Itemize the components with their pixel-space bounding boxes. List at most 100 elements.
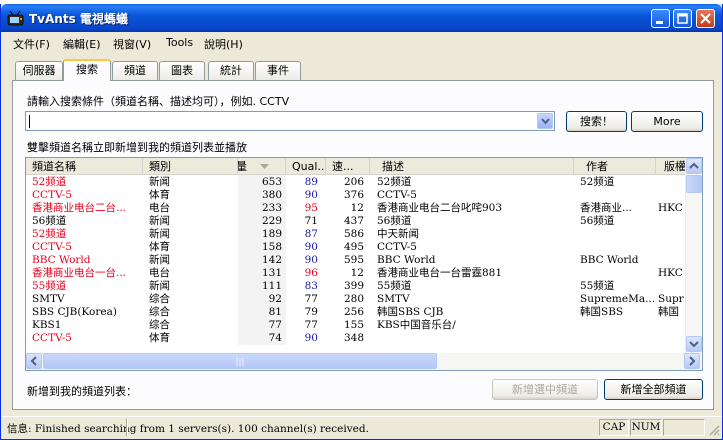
minimize-button[interactable] bbox=[651, 9, 670, 28]
column-header-description[interactable]: 描述 bbox=[370, 158, 574, 175]
search-input[interactable] bbox=[25, 111, 555, 131]
menu-view[interactable]: 視窗(V) bbox=[113, 36, 151, 52]
cell-count: 189 bbox=[261, 228, 282, 240]
cell-quality: 77 bbox=[304, 293, 318, 305]
scroll-right-button[interactable] bbox=[684, 353, 700, 369]
cell-rights: Supr bbox=[658, 293, 684, 305]
cell-speed: 399 bbox=[343, 280, 364, 292]
column-header-quality[interactable]: Qual... bbox=[286, 158, 326, 175]
channel-search-results[interactable]: 頻道名稱 類別 量 Qual... 速... 描述 作者 版權 52频道新闻65… bbox=[25, 157, 703, 371]
table-row[interactable]: BBC World 新闻 142 90 595 BBC World BBC World bbox=[26, 254, 686, 267]
table-row[interactable]: 55频道 新闻 111 83 399 55频道 55频道 bbox=[26, 280, 686, 293]
tab-search[interactable]: 搜索 bbox=[63, 59, 111, 81]
window-title: TvAnts 電視螞蟻 bbox=[29, 12, 128, 26]
cell-name: 52频道 bbox=[32, 228, 67, 240]
cell-rights: HKC bbox=[658, 267, 683, 279]
table-row[interactable]: 香港商业电台一台... 电台 131 96 12 香港商业电台一台雷霆881 HKC bbox=[26, 267, 686, 280]
minimize-icon bbox=[656, 21, 663, 24]
list-header: 頻道名稱 類別 量 Qual... 速... 描述 作者 版權 bbox=[26, 158, 686, 175]
table-row[interactable]: 52频道 新闻 653 89 206 52频道 52频道 bbox=[26, 176, 686, 189]
table-row[interactable]: 56频道 新闻 229 71 437 56频道 56频道 bbox=[26, 215, 686, 228]
horizontal-scrollbar[interactable] bbox=[26, 353, 702, 370]
vertical-scrollbar[interactable] bbox=[685, 158, 702, 354]
column-header-channel-name[interactable]: 頻道名稱 bbox=[26, 158, 143, 175]
cell-count: 131 bbox=[261, 267, 282, 279]
cell-category: 电台 bbox=[149, 267, 170, 279]
menu-edit[interactable]: 編輯(E) bbox=[63, 36, 101, 52]
cell-quality: 90 bbox=[304, 241, 318, 253]
cell-desc: SMTV bbox=[377, 293, 410, 305]
table-row[interactable]: 52频道 新闻 189 87 586 中天新闻 bbox=[26, 228, 686, 241]
status-message: 信息: Finished searching from 1 servers(s)… bbox=[7, 423, 369, 435]
scroll-up-button[interactable] bbox=[686, 158, 702, 174]
cell-speed: 437 bbox=[343, 215, 364, 227]
close-button[interactable] bbox=[696, 9, 715, 28]
column-label: 類別 bbox=[149, 160, 171, 173]
cell-author: SupremeMa... bbox=[580, 293, 654, 305]
num-lock-indicator: NUM bbox=[630, 419, 662, 436]
add-all-button[interactable]: 新增全部頻道 bbox=[604, 379, 703, 400]
menu-file[interactable]: 文件(F) bbox=[13, 36, 50, 52]
cell-category: 新闻 bbox=[149, 228, 170, 240]
vertical-scroll-thumb[interactable] bbox=[686, 175, 702, 193]
cell-author: BBC World bbox=[580, 254, 639, 266]
cell-author: 香港商业... bbox=[580, 202, 633, 214]
menu-help[interactable]: 說明(H) bbox=[204, 36, 243, 52]
cell-desc: 52频道 bbox=[377, 176, 412, 188]
table-row[interactable]: 香港商业电台二台... 电台 233 95 12 香港商业电台二台叱咤903 香港商业...… bbox=[26, 202, 686, 215]
list-rows: 52频道 新闻 653 89 206 52频道 52频道 CCTV-5 体育 380 90 376 CC… bbox=[26, 176, 686, 345]
sort-desc-icon bbox=[260, 164, 269, 169]
cell-speed: 376 bbox=[343, 189, 364, 201]
add-selected-button[interactable]: 新增選中頻道 bbox=[492, 379, 598, 400]
table-row[interactable]: CCTV-5 体育 380 90 376 CCTV-5 bbox=[26, 189, 686, 202]
tab-servers[interactable]: 伺服器 bbox=[15, 61, 63, 80]
scroll-left-button[interactable] bbox=[26, 353, 42, 369]
cell-category: 综合 bbox=[149, 293, 170, 305]
tab-statistics[interactable]: 統計 bbox=[208, 61, 254, 80]
column-header-author[interactable]: 作者 bbox=[574, 158, 656, 175]
add-to-list-label: 新增到我的頻道列表： bbox=[27, 385, 137, 398]
table-row[interactable]: SBS CJB(Korea) 综合 81 79 256 韩国SBS CJB 韩国SBS 韩国 bbox=[26, 306, 686, 319]
tab-channels[interactable]: 頻道 bbox=[112, 61, 158, 80]
cell-category: 新闻 bbox=[149, 254, 170, 266]
cell-speed: 12 bbox=[350, 202, 364, 214]
cell-category: 电台 bbox=[149, 202, 170, 214]
menu-tools[interactable]: Tools bbox=[166, 36, 193, 49]
resize-grip-icon[interactable] bbox=[708, 424, 720, 436]
cell-speed: 348 bbox=[343, 332, 364, 344]
tab-events[interactable]: 事件 bbox=[255, 61, 301, 80]
cell-desc: BBC World bbox=[377, 254, 436, 266]
column-header-rights[interactable]: 版權 bbox=[656, 158, 686, 175]
cell-name: CCTV-5 bbox=[32, 241, 72, 253]
maximize-button[interactable] bbox=[673, 9, 692, 28]
table-row[interactable]: CCTV-5 体育 74 90 348 bbox=[26, 332, 686, 345]
more-button[interactable]: More bbox=[631, 111, 703, 132]
table-row[interactable]: KBS1 综合 77 77 155 KBS中国音乐台/ bbox=[26, 319, 686, 332]
column-header-category[interactable]: 類別 bbox=[143, 158, 238, 175]
cell-count: 81 bbox=[268, 306, 282, 318]
grip-icon bbox=[236, 358, 244, 366]
cell-category: 体育 bbox=[149, 332, 170, 344]
column-header-count[interactable]: 量 bbox=[238, 158, 286, 175]
tab-charts[interactable]: 圖表 bbox=[159, 61, 205, 80]
cell-speed: 595 bbox=[343, 254, 364, 266]
scroll-down-button[interactable] bbox=[686, 336, 702, 352]
cell-count: 229 bbox=[261, 215, 282, 227]
status-bar: 信息: Finished searching from 1 servers(s)… bbox=[1, 416, 722, 438]
chevron-left-icon bbox=[30, 356, 37, 366]
column-header-speed[interactable]: 速... bbox=[326, 158, 370, 175]
table-row[interactable]: SMTV 综合 92 77 280 SMTV SupremeMa... Supr bbox=[26, 293, 686, 306]
column-label: 描述 bbox=[382, 160, 404, 173]
search-button[interactable]: 搜索！ bbox=[566, 111, 627, 132]
cell-desc: 55频道 bbox=[377, 280, 412, 292]
search-dropdown-button[interactable] bbox=[537, 113, 553, 129]
horizontal-scroll-thumb[interactable] bbox=[43, 353, 437, 369]
cell-rights: 韩国 bbox=[658, 306, 679, 318]
cell-rights: HKC bbox=[658, 202, 683, 214]
cell-name: 56频道 bbox=[32, 215, 67, 227]
cell-speed: 256 bbox=[343, 306, 364, 318]
title-bar[interactable]: TvAnts 電視螞蟻 bbox=[1, 4, 722, 32]
status-empty-pane bbox=[663, 419, 705, 436]
table-row[interactable]: CCTV-5 体育 158 90 495 CCTV-5 bbox=[26, 241, 686, 254]
search-panel: 請輸入搜索條件（頻道名稱、描述均可），例如. CCTV 搜索！ More 雙擊頻… bbox=[12, 80, 714, 410]
